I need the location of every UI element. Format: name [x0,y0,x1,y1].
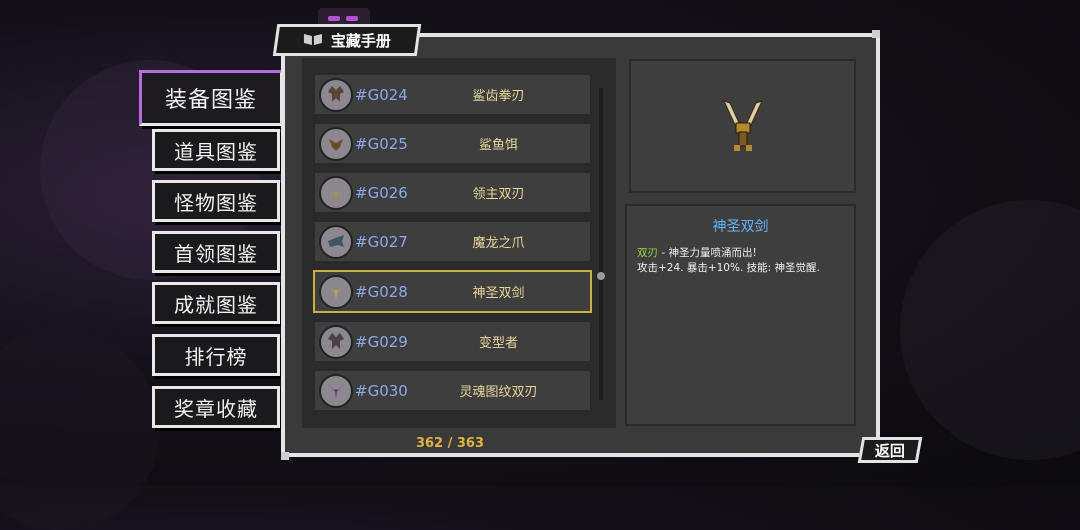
nav-tab-bosses[interactable]: 首领图鉴 [152,231,280,273]
item-type-tag: 双刃 [637,247,658,259]
nav-tab-medals[interactable]: 奖章收藏 [152,386,280,428]
claw-icon [319,224,353,259]
item-id: #G026 [355,183,408,202]
item-name: 鲨鱼饵 [478,138,518,153]
twin-blade-icon [722,100,763,151]
item-id: #G025 [355,134,408,153]
panel-corner [872,30,880,38]
item-name: 领主双刃 [472,187,525,202]
list-item[interactable]: #G029 变型者 [313,320,592,363]
item-id: #G029 [355,332,408,351]
twin-blade-icon [319,373,353,408]
list-item[interactable]: #G025 鲨鱼饵 [313,122,592,165]
book-icon [303,31,323,49]
bird-icon [319,126,353,161]
nav-tab-items[interactable]: 道具图鉴 [152,129,280,171]
list-item[interactable]: #G030 灵魂图纹双刃 [313,369,592,412]
item-stats-text: 攻击+24. 暴击+10%. 技能: 神圣觉醒. [637,262,820,274]
panel-corner [281,452,289,460]
item-id: #G024 [355,85,408,104]
bat-icon [319,324,353,359]
list-item[interactable]: #G026 领主双刃 [313,171,592,214]
item-id: #G030 [355,381,408,400]
item-id: #G027 [355,232,408,251]
title-tab: 宝藏手册 [272,24,422,56]
scrollbar-thumb[interactable] [597,272,605,280]
item-name: 灵魂图纹双刃 [459,385,538,400]
item-description-panel: 神圣双剑 双刃 - 神圣力量喷涌而出! 攻击+24. 暴击+10%. 技能: 神… [625,204,856,426]
list-item[interactable]: #G024 鲨齿拳刃 [313,73,592,116]
nav-tab-equipment[interactable]: 装备图鉴 [139,70,283,126]
item-flavor-text: 双刃 - 神圣力量喷涌而出! [637,247,757,259]
item-preview [629,59,856,193]
nav-tab-monsters[interactable]: 怪物图鉴 [152,180,280,222]
back-button[interactable]: 返回 [857,437,923,463]
item-name: 鲨齿拳刃 [472,89,525,104]
background-shape [900,200,1080,460]
collection-counter: 362 / 363 [415,436,485,451]
nav-tab-achievements[interactable]: 成就图鉴 [152,282,280,324]
list-item-selected[interactable]: #G028 神圣双剑 [313,270,592,313]
twin-blade-icon [319,175,353,210]
item-id: #G028 [355,282,408,301]
bat-icon [319,77,353,112]
twin-blade-icon [319,274,353,309]
item-detail-name: 神圣双剑 [712,219,769,235]
item-name: 神圣双剑 [472,286,525,301]
item-name: 魔龙之爪 [472,236,525,251]
item-name: 变型者 [478,336,518,351]
list-item[interactable]: #G027 魔龙之爪 [313,220,592,263]
nav-tab-leaderboard[interactable]: 排行榜 [152,334,280,376]
background-shape [0,330,160,530]
page-title: 宝藏手册 [330,31,391,50]
scrollbar[interactable] [599,88,603,400]
